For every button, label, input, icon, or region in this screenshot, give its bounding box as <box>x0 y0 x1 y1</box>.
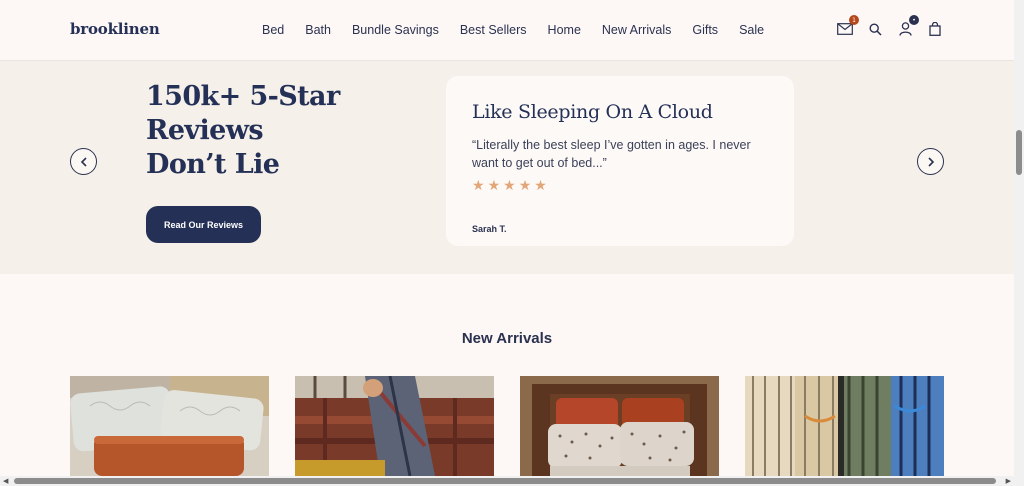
bed-pillows-product-image[interactable] <box>520 376 719 476</box>
pillows-product-image[interactable] <box>70 376 269 476</box>
read-reviews-button[interactable]: Read Our Reviews <box>146 206 261 243</box>
bag-icon[interactable] <box>926 20 944 38</box>
star-icon: ★ <box>518 178 532 194</box>
chevron-right-icon <box>927 156 934 167</box>
account-badge: • <box>909 15 919 25</box>
vertical-scrollbar[interactable] <box>1014 0 1024 486</box>
brand-logo[interactable]: brooklinen <box>70 20 160 38</box>
nav-item-best-sellers[interactable]: Best Sellers <box>460 23 527 37</box>
mail-badge: 1 <box>849 15 859 25</box>
horizontal-scrollbar-thumb[interactable] <box>14 478 996 484</box>
reviews-heading-line-3: Don’t Lie <box>146 149 280 180</box>
review-card: Like Sleeping On A Cloud “Literally the … <box>446 76 794 246</box>
star-icon: ★ <box>534 178 547 194</box>
nav-item-home[interactable]: Home <box>548 23 581 37</box>
header-icons: 1 • <box>836 15 944 38</box>
reviews-heading-line-2: Reviews <box>146 115 264 146</box>
review-author: Sarah T. <box>472 224 507 234</box>
star-icon: ★ <box>487 178 501 194</box>
vertical-scrollbar-thumb[interactable] <box>1016 130 1022 175</box>
reviews-heading-line-1: 150k+ 5-Star <box>146 81 340 112</box>
account-icon[interactable]: • <box>896 15 919 38</box>
review-quote: “Literally the best sleep I’ve gotten in… <box>472 138 751 170</box>
chevron-left-icon <box>80 156 87 167</box>
horizontal-scrollbar[interactable]: ◀ ▶ <box>0 476 1014 486</box>
striped-robes-product-image[interactable] <box>745 376 944 476</box>
star-icon: ★ <box>503 178 516 194</box>
review-stars: ★ ★ ★ ★ ★ <box>472 179 547 193</box>
review-title: Like Sleeping On A Cloud <box>472 101 713 123</box>
plaid-blanket-product-image[interactable] <box>295 376 494 476</box>
nav-item-bath[interactable]: Bath <box>305 23 331 37</box>
new-arrivals-title: New Arrivals <box>461 330 553 347</box>
nav-item-bundle-savings[interactable]: Bundle Savings <box>352 23 439 37</box>
star-icon: ★ <box>472 178 485 194</box>
scroll-left-arrow-icon[interactable]: ◀ <box>3 477 8 485</box>
nav-item-new-arrivals[interactable]: New Arrivals <box>602 23 671 37</box>
carousel-next-button[interactable] <box>917 148 944 175</box>
nav-item-gifts[interactable]: Gifts <box>692 23 718 37</box>
reviews-section: 150k+ 5-Star Reviews Don’t Lie Read Our … <box>0 61 1014 274</box>
carousel-prev-button[interactable] <box>70 148 97 175</box>
site-header: brooklinen Bed Bath Bundle Savings Best … <box>0 0 1014 61</box>
nav-item-sale[interactable]: Sale <box>739 23 764 37</box>
search-icon[interactable] <box>866 20 884 38</box>
nav-item-bed[interactable]: Bed <box>262 23 284 37</box>
main-nav: Bed Bath Bundle Savings Best Sellers Hom… <box>262 23 785 37</box>
reviews-heading: 150k+ 5-Star Reviews Don’t Lie <box>146 80 396 182</box>
scroll-right-arrow-icon[interactable]: ▶ <box>1006 477 1011 485</box>
mail-icon[interactable]: 1 <box>836 15 859 38</box>
